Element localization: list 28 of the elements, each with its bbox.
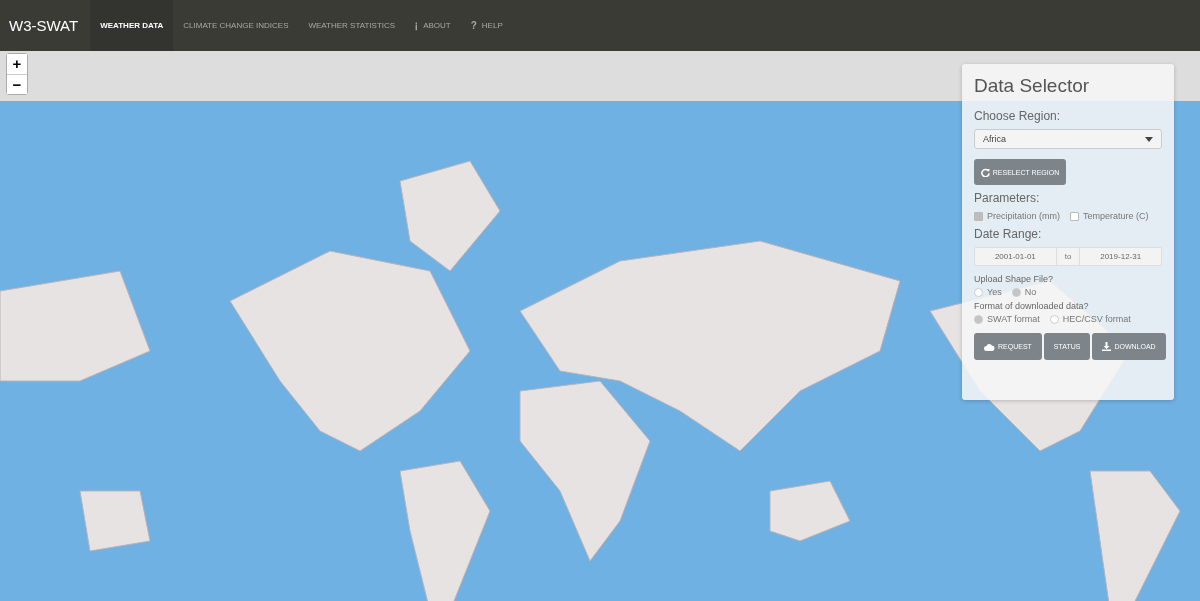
refresh-icon [980, 167, 990, 177]
format-radio[interactable]: HEC/CSV format [1049, 314, 1131, 324]
brand-title[interactable]: W3-SWAT [0, 0, 91, 51]
end-date-field[interactable]: 2019-12-31 [1080, 252, 1161, 261]
format-label: Format of downloaded data? [974, 301, 1090, 311]
caret-icon [1145, 136, 1153, 142]
cloud-icon [984, 342, 995, 351]
region-label: Choose Region: [974, 109, 1062, 123]
nav-tab[interactable]: ? HELP [460, 0, 513, 51]
upload-radio[interactable]: Yes [974, 287, 1002, 297]
world-map-drawing[interactable] [0, 51, 1200, 601]
nav-tab[interactable]: WEATHER DATA [90, 0, 174, 51]
date-range-label: Date Range: [974, 227, 1043, 241]
upload-radio[interactable]: No [1011, 287, 1037, 297]
date-separator: to [1055, 248, 1081, 265]
parameters-label: Parameters: [974, 191, 1041, 205]
region-select[interactable]: Africa [974, 129, 1162, 149]
nav-tab[interactable]: CLIMATE CHANGE INDICES [173, 0, 299, 51]
zoom-out-button[interactable]: − [7, 74, 27, 94]
nav-tab[interactable]: WEATHER STATISTICS [298, 0, 406, 51]
download-icon [1102, 342, 1112, 351]
format-radio[interactable]: SWAT format [974, 314, 1040, 324]
panel-title: Data Selector [973, 74, 1091, 98]
parameter-checkbox[interactable]: Temperature (C) [1070, 211, 1149, 221]
upload-label: Upload Shape File? [974, 274, 1055, 284]
start-date-field[interactable]: 2001-01-01 [975, 252, 1056, 261]
parameter-checkbox[interactable]: Precipitation (mm) [974, 211, 1060, 221]
nav-tab[interactable]: ℹ ABOUT [405, 0, 461, 51]
